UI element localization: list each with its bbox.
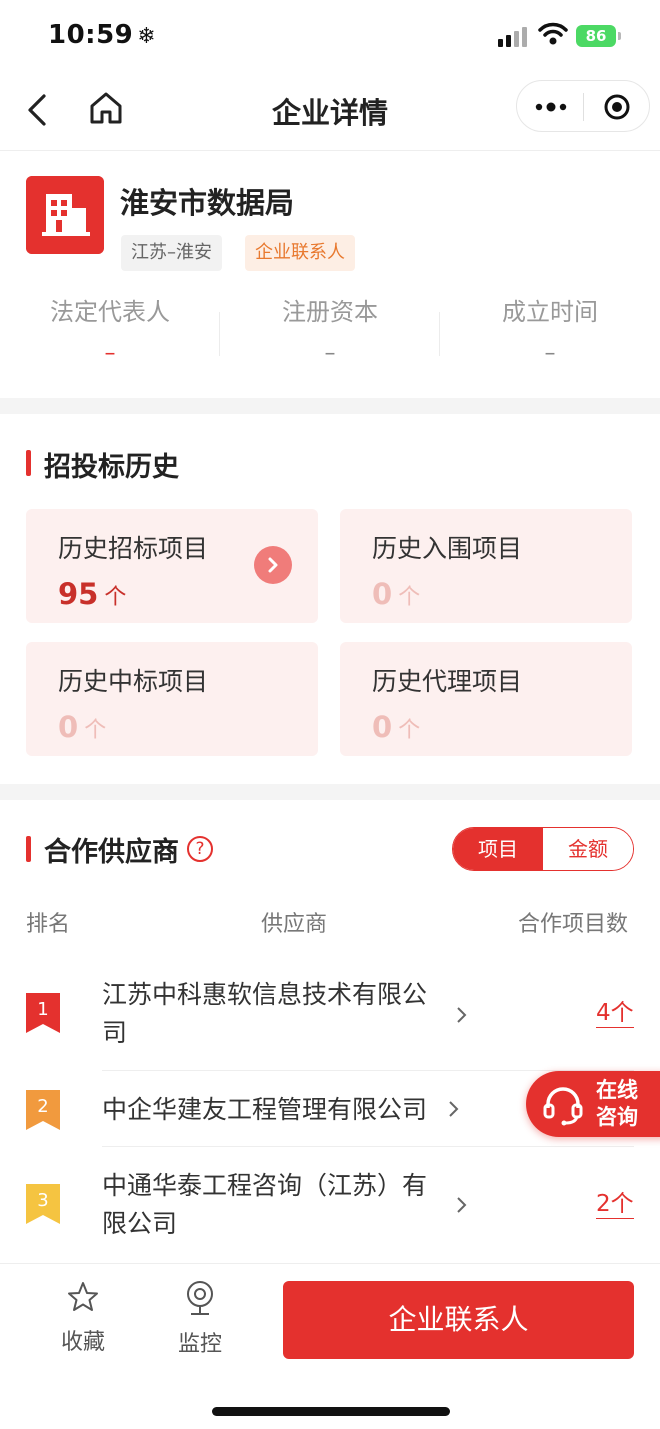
legal-rep-field: 法定代表人 –	[0, 292, 220, 366]
founded-date-field: 成立时间 –	[440, 292, 660, 366]
toggle-projects[interactable]: 项目	[453, 828, 543, 870]
toggle-amount[interactable]: 金额	[543, 828, 633, 870]
consult-label: 在线 咨询	[596, 1078, 638, 1129]
status-time: 10:59 ❄	[48, 20, 157, 50]
card-label: 历史招标项目	[58, 534, 209, 563]
enterprise-contact-button[interactable]: 企业联系人	[283, 1281, 634, 1359]
chevron-right-icon[interactable]	[444, 1099, 464, 1119]
region-tag: 江苏–淮安	[121, 235, 222, 271]
card-label: 历史中标项目	[58, 667, 209, 696]
svg-text:2: 2	[37, 1096, 48, 1117]
favorite-label: 收藏	[60, 1330, 105, 1355]
header-project-count: 合作项目数	[518, 912, 629, 937]
project-count[interactable]: 2个	[596, 1190, 634, 1219]
history-agency-card[interactable]: 历史代理项目 0个	[340, 642, 632, 756]
chevron-right-icon[interactable]	[452, 1195, 472, 1215]
svg-text:3: 3	[37, 1190, 48, 1211]
company-building-icon	[26, 176, 104, 254]
card-label: 历史入围项目	[372, 534, 523, 563]
wifi-icon	[538, 22, 568, 45]
supplier-name[interactable]: 中企华建友工程管理有限公司	[102, 1091, 446, 1129]
close-target-icon[interactable]	[603, 93, 631, 121]
more-dots-icon[interactable]	[535, 99, 567, 115]
header-supplier: 供应商	[261, 912, 328, 937]
card-value: 95 个	[58, 577, 127, 611]
founded-date-label: 成立时间	[502, 298, 598, 326]
chevron-right-icon[interactable]	[452, 1005, 472, 1025]
registered-capital-label: 注册资本	[282, 298, 378, 326]
bidding-history-title: 招投标历史	[44, 452, 179, 483]
registered-capital-field: 注册资本 –	[220, 292, 440, 366]
section-marker	[26, 450, 31, 476]
project-count[interactable]: 4个	[596, 999, 634, 1028]
registered-capital-value: –	[324, 341, 336, 366]
supplier-name[interactable]: 中通华泰工程咨询（江苏）有限公司	[102, 1167, 446, 1243]
star-icon	[68, 1282, 98, 1311]
favorite-button[interactable]: 收藏	[48, 1280, 118, 1356]
card-value: 0个	[372, 577, 421, 611]
headset-icon	[543, 1087, 583, 1126]
card-value: 0个	[372, 710, 421, 744]
rank-3-badge-icon: 3	[26, 1184, 60, 1224]
suppliers-title: 合作供应商	[44, 837, 179, 868]
chevron-right-icon[interactable]	[254, 546, 292, 584]
section-marker	[26, 836, 31, 862]
legal-rep-value: –	[104, 341, 116, 366]
legal-rep-label: 法定代表人	[50, 298, 170, 326]
metric-toggle[interactable]: 项目 金额	[452, 827, 634, 871]
founded-date-value: –	[544, 341, 556, 366]
section-gap	[0, 784, 660, 800]
row-divider	[102, 1146, 634, 1147]
card-value: 0个	[58, 710, 107, 744]
card-label: 历史代理项目	[372, 667, 523, 696]
company-name: 淮安市数据局	[120, 186, 295, 220]
section-gap	[0, 398, 660, 414]
nav-divider	[0, 150, 660, 151]
monitor-button[interactable]: 监控	[165, 1280, 235, 1358]
snowflake-icon: ❄	[137, 24, 157, 49]
history-shortlist-card[interactable]: 历史入围项目 0个	[340, 509, 632, 623]
monitor-label: 监控	[177, 1332, 222, 1357]
battery-indicator: 86	[576, 25, 621, 47]
contact-tag[interactable]: 企业联系人	[245, 235, 355, 271]
help-icon[interactable]: ?	[187, 836, 213, 862]
svg-text:1: 1	[37, 999, 48, 1020]
history-tender-card[interactable]: 历史招标项目 95 个	[26, 509, 318, 623]
cellular-signal-icon	[498, 27, 527, 47]
home-indicator	[212, 1407, 450, 1416]
webcam-icon	[187, 1281, 213, 1315]
supplier-name[interactable]: 江苏中科惠软信息技术有限公司	[102, 976, 446, 1052]
history-won-card[interactable]: 历史中标项目 0个	[26, 642, 318, 756]
header-rank: 排名	[26, 912, 71, 937]
rank-1-badge-icon: 1	[26, 993, 60, 1033]
online-consult-button[interactable]: 在线 咨询	[526, 1071, 660, 1137]
mini-program-capsule	[516, 80, 650, 132]
rank-2-badge-icon: 2	[26, 1090, 60, 1130]
